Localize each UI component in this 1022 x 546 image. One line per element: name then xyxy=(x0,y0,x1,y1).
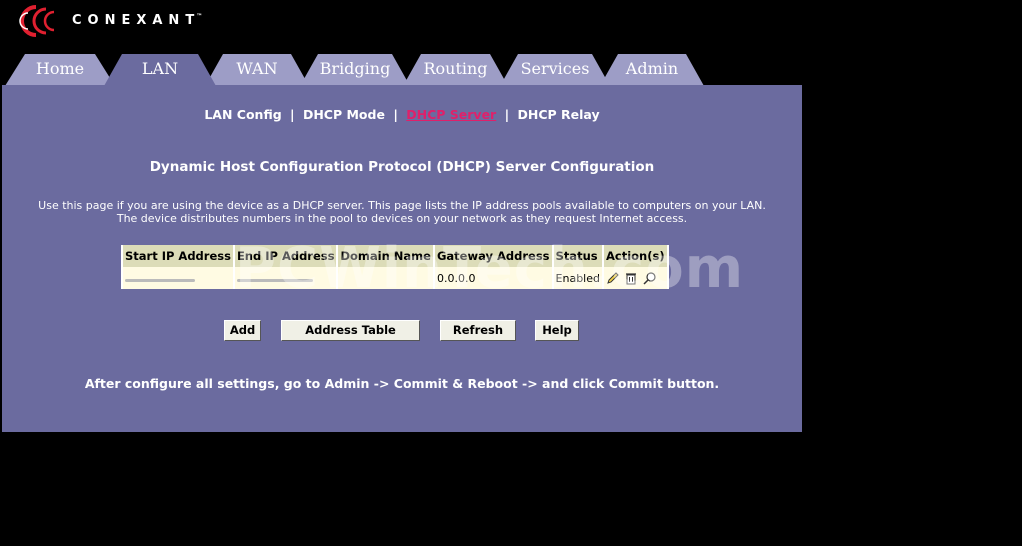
delete-icon[interactable] xyxy=(624,271,638,285)
edit-icon[interactable] xyxy=(606,271,620,285)
cell-actions xyxy=(603,267,667,289)
subnav-separator: | xyxy=(504,107,510,122)
add-button[interactable]: Add xyxy=(224,320,261,341)
conexant-logo: CONEXANT™ xyxy=(6,4,266,38)
page-title: Dynamic Host Configuration Protocol (DHC… xyxy=(149,159,655,175)
tab-admin[interactable]: Admin xyxy=(600,54,704,86)
tab-admin-label: Admin xyxy=(625,59,679,78)
subnav-separator: | xyxy=(393,107,398,122)
subnav-dhcp-server[interactable]: DHCP Server xyxy=(406,107,496,122)
cell-status: Enabled xyxy=(553,267,602,289)
page-description: Use this page if you are using the devic… xyxy=(2,199,802,225)
cell-end-ip xyxy=(234,267,337,289)
main-tab-bar: Home Admin Services Routing Bridging WAN… xyxy=(0,54,720,86)
action-buttons: Add Address Table Refresh Help xyxy=(2,320,802,342)
tab-bridging-label: Bridging xyxy=(319,59,391,78)
tab-routing[interactable]: Routing xyxy=(403,54,508,86)
commit-instructions: After configure all settings, go to Admi… xyxy=(84,376,720,391)
cell-gateway-address: 0.0.0.0 xyxy=(434,267,552,289)
conexant-logo-mark-icon xyxy=(19,5,55,37)
tab-home[interactable]: Home xyxy=(5,54,115,86)
table-row: 0.0.0.0 Enabled xyxy=(123,267,667,289)
col-domain-name: Domain Name xyxy=(338,245,433,267)
subnav-separator: | xyxy=(290,107,295,122)
cell-start-ip xyxy=(123,267,233,289)
tab-wan[interactable]: WAN xyxy=(205,54,309,86)
address-table-button[interactable]: Address Table xyxy=(281,320,420,341)
tab-services[interactable]: Services xyxy=(500,54,610,86)
subnav-dhcp-relay[interactable]: DHCP Relay xyxy=(518,107,600,122)
dhcp-pool-table: Start IP Address End IP Address Domain N… xyxy=(121,245,669,289)
view-icon[interactable] xyxy=(643,271,657,285)
subnav-lan-config[interactable]: LAN Config xyxy=(204,107,281,122)
col-actions: Action(s) xyxy=(603,245,667,267)
description-line-2: The device distributes numbers in the po… xyxy=(116,212,688,225)
refresh-button[interactable]: Refresh xyxy=(440,320,516,341)
tab-services-label: Services xyxy=(520,59,590,78)
brand-name: CONEXANT™ xyxy=(72,13,203,28)
cell-domain-name xyxy=(338,267,433,289)
col-status: Status xyxy=(553,245,602,267)
table-header-row: Start IP Address End IP Address Domain N… xyxy=(123,245,667,267)
redacted-value xyxy=(236,278,313,282)
tab-bridging[interactable]: Bridging xyxy=(300,54,410,86)
redacted-value xyxy=(125,278,195,282)
lan-subnav: LAN Config | DHCP Mode | DHCP Server | D… xyxy=(2,107,802,122)
col-gateway-address: Gateway Address xyxy=(434,245,552,267)
tab-lan[interactable]: LAN xyxy=(104,54,216,86)
help-button[interactable]: Help xyxy=(535,320,579,341)
col-start-ip: Start IP Address xyxy=(123,245,233,267)
tab-routing-label: Routing xyxy=(423,59,488,78)
tab-wan-label: WAN xyxy=(236,59,278,78)
description-line-1: Use this page if you are using the devic… xyxy=(38,199,766,212)
subnav-dhcp-mode[interactable]: DHCP Mode xyxy=(303,107,385,122)
tab-lan-label: LAN xyxy=(141,59,179,78)
content-panel: LAN Config | DHCP Mode | DHCP Server | D… xyxy=(2,85,802,432)
col-end-ip: End IP Address xyxy=(234,245,337,267)
tab-home-label: Home xyxy=(35,59,85,78)
